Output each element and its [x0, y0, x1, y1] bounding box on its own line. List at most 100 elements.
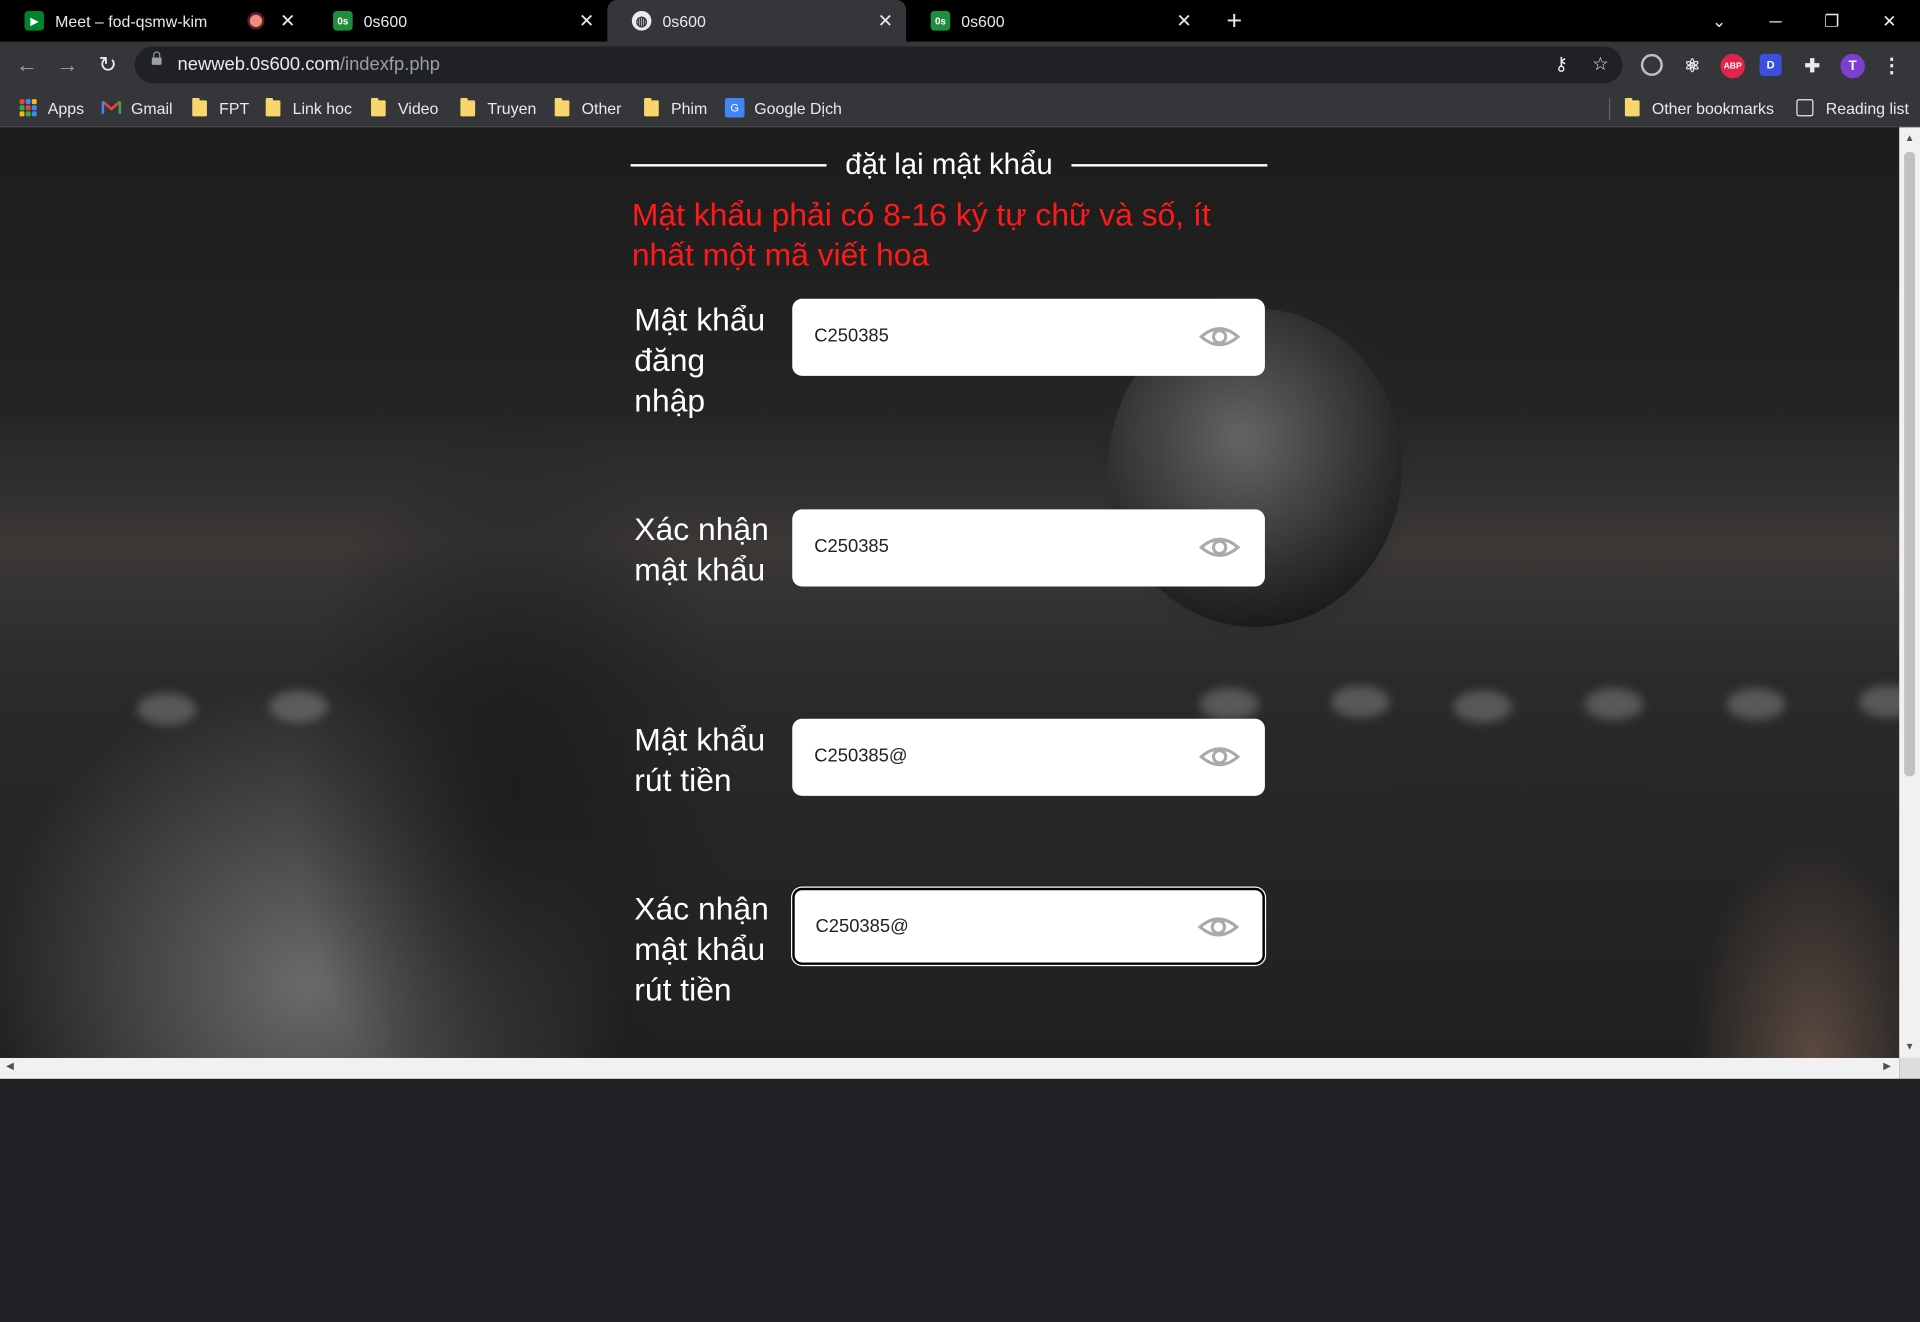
folder-icon: [192, 97, 207, 116]
reload-button[interactable]: ↻: [94, 51, 121, 78]
close-window-button[interactable]: ✕: [1861, 0, 1917, 42]
stadium-light: [1331, 685, 1390, 718]
bookmark-label: FPT: [219, 98, 250, 117]
bookmark-other-bookmarks[interactable]: Other bookmarks: [1624, 97, 1774, 119]
new-tab-button[interactable]: +: [1220, 6, 1249, 35]
extension-target-icon[interactable]: [1640, 53, 1663, 76]
profile-avatar[interactable]: T: [1840, 53, 1865, 79]
stadium-light: [1726, 688, 1786, 721]
os-site-icon: 0s: [333, 11, 353, 31]
url-text[interactable]: newweb.0s600.com/indexfp.php: [178, 54, 440, 75]
scroll-up-arrow-icon[interactable]: ▲: [1904, 132, 1915, 143]
bookmark-folder-link-hoc[interactable]: Link hoc: [265, 97, 352, 119]
stadium-light: [1453, 690, 1513, 723]
recording-icon: [247, 12, 265, 30]
close-tab-icon[interactable]: ✕: [1173, 10, 1195, 32]
confirm-withdraw-password-input[interactable]: C250385@: [792, 887, 1265, 965]
scroll-right-arrow-icon[interactable]: ▶: [1883, 1060, 1891, 1071]
bookmark-folder-video[interactable]: Video: [371, 97, 438, 119]
show-password-eye-icon[interactable]: [1198, 743, 1241, 770]
bookmark-apps[interactable]: Apps: [19, 97, 85, 119]
bookmark-label: Video: [397, 98, 439, 117]
google-meet-icon: ▶: [24, 11, 45, 31]
bookmark-label: Gmail: [131, 98, 173, 117]
label-confirm-withdraw-password: Xác nhận mật khẩu rút tiền: [634, 890, 769, 1008]
page-heading: đặt lại mật khẩu: [630, 147, 1268, 184]
heading-divider: [630, 164, 827, 167]
bookmark-label: Truyen: [487, 98, 537, 117]
more-menu-icon[interactable]: ⋮: [1880, 54, 1904, 78]
tab-meet[interactable]: ▶ Meet – fod-qsmw-kim ✕: [0, 0, 309, 42]
bookmark-label: Phim: [671, 98, 708, 117]
bookmark-label: Link hoc: [292, 98, 352, 117]
globe-icon: ◍: [631, 11, 652, 31]
scroll-down-arrow-icon[interactable]: ▼: [1904, 1041, 1915, 1052]
bookmarks-bar: Apps Gmail FPT Link hoc Video Truyen Oth…: [0, 88, 1920, 128]
input-value: C250385@: [814, 745, 908, 767]
stadium-light: [269, 690, 329, 723]
reading-list-icon: [1796, 99, 1814, 117]
page-content: đặt lại mật khẩu Mật khẩu phải có 8-16 k…: [0, 127, 1900, 1058]
show-password-eye-icon[interactable]: [1198, 534, 1241, 561]
tab-title: Meet – fod-qsmw-kim: [55, 11, 208, 31]
extension-d-icon[interactable]: D: [1759, 53, 1782, 76]
login-password-input[interactable]: C250385: [792, 298, 1265, 376]
show-password-eye-icon[interactable]: [1197, 913, 1240, 940]
bookmark-label: Apps: [47, 98, 85, 117]
horizontal-scrollbar[interactable]: ◀ ▶: [0, 1057, 1900, 1079]
bookmark-label: Reading list: [1825, 98, 1909, 117]
tab-0s600-3[interactable]: 0s 0s600 ✕: [906, 0, 1205, 42]
extension-atom-icon[interactable]: ⚛: [1680, 54, 1704, 78]
bookmark-gmail[interactable]: Gmail: [101, 97, 173, 119]
vertical-scrollbar[interactable]: ▲ ▼: [1899, 127, 1920, 1058]
tab-search-icon[interactable]: ⌄: [1691, 0, 1747, 42]
url-path: /indexfp.php: [339, 53, 440, 75]
show-password-eye-icon[interactable]: [1198, 323, 1241, 350]
back-button[interactable]: ←: [13, 51, 40, 78]
apps-grid-icon: [19, 99, 37, 117]
tab-0s600-active[interactable]: ◍ 0s600 ✕: [607, 0, 907, 42]
folder-icon: [1624, 97, 1640, 116]
bookmark-label: Other: [581, 98, 622, 117]
key-icon[interactable]: ⚷: [1550, 54, 1572, 76]
adblock-plus-icon[interactable]: ABP: [1720, 53, 1745, 79]
withdraw-password-input[interactable]: C250385@: [792, 718, 1265, 796]
stadium-light: [1858, 685, 1900, 718]
vertical-scroll-thumb[interactable]: [1904, 151, 1916, 777]
input-value: C250385: [814, 325, 889, 347]
minimize-button[interactable]: ─: [1747, 0, 1803, 42]
tab-title: 0s600: [961, 11, 1005, 31]
folder-icon: [554, 97, 570, 116]
url-host: newweb.0s600.com: [177, 53, 340, 75]
scrollbar-corner: [1899, 1057, 1920, 1079]
folder-icon: [644, 97, 659, 116]
stadium-light: [1584, 688, 1644, 721]
folder-icon: [460, 97, 476, 116]
bookmark-label: Google Dịch: [754, 98, 842, 117]
bookmark-google-dich[interactable]: G Google Dịch: [724, 97, 842, 119]
extensions-puzzle-icon[interactable]: ✚: [1800, 54, 1824, 78]
bookmark-star-icon[interactable]: ☆: [1589, 54, 1611, 76]
confirm-password-input[interactable]: C250385: [792, 509, 1265, 587]
bookmark-folder-other[interactable]: Other: [554, 97, 622, 119]
restore-button[interactable]: ❐: [1804, 0, 1860, 42]
label-confirm-password: Xác nhận mật khẩu: [634, 510, 769, 588]
tab-strip: ▶ Meet – fod-qsmw-kim ✕ 0s 0s600 ✕ ◍ 0s6…: [0, 0, 1920, 42]
bookmark-folder-fpt[interactable]: FPT: [192, 97, 249, 119]
address-bar[interactable]: newweb.0s600.com/indexfp.php ⚷ ☆: [134, 46, 1623, 84]
tab-0s600-1[interactable]: 0s 0s600 ✕: [309, 0, 608, 42]
reading-list-button[interactable]: Reading list: [1796, 97, 1909, 119]
close-tab-icon[interactable]: ✕: [277, 10, 299, 32]
bookmark-folder-truyen[interactable]: Truyen: [460, 97, 536, 119]
bookmark-folder-phim[interactable]: Phim: [644, 97, 707, 119]
lock-icon: [151, 51, 162, 65]
forward-button[interactable]: →: [54, 51, 81, 78]
stadium-light: [1200, 688, 1259, 721]
scroll-left-arrow-icon[interactable]: ◀: [6, 1060, 14, 1071]
label-withdraw-password: Mật khẩu rút tiền: [634, 721, 766, 799]
os-site-icon: 0s: [930, 11, 951, 31]
folder-icon: [265, 97, 281, 116]
close-tab-icon[interactable]: ✕: [874, 10, 896, 32]
close-tab-icon[interactable]: ✕: [576, 10, 598, 32]
input-value: C250385@: [815, 915, 909, 937]
